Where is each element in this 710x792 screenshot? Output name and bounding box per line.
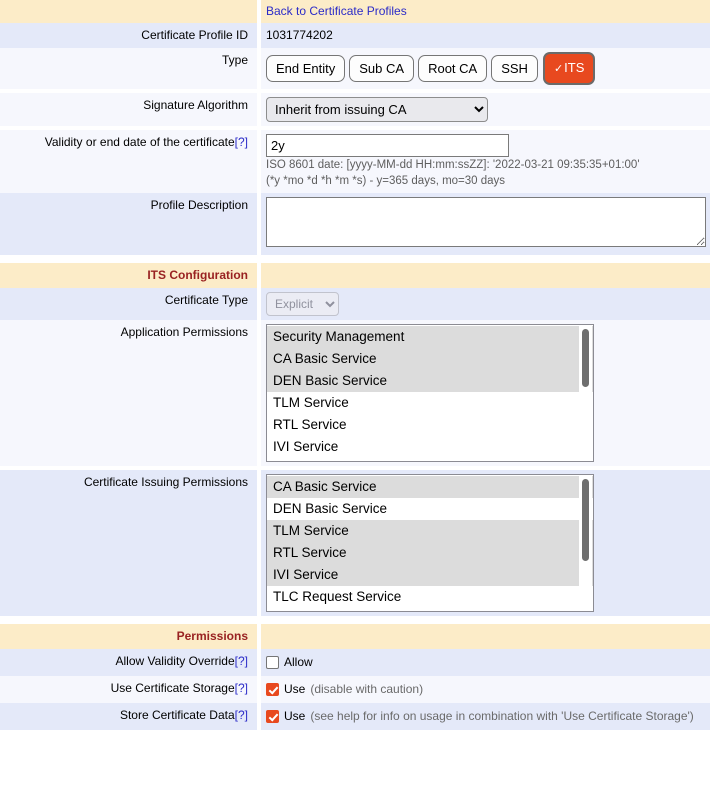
allow-validity-override-help-link[interactable]: [?]	[235, 654, 248, 668]
application-permissions-label: Application Permissions	[0, 320, 261, 466]
list-item[interactable]: IVI Service	[267, 436, 593, 458]
allow-validity-override-label: Allow Validity Override	[116, 654, 235, 668]
certificate-type-select[interactable]: Explicit	[266, 292, 339, 316]
permissions-section-header: Permissions	[0, 624, 710, 649]
list-item[interactable]: DEN Basic Service	[267, 370, 593, 392]
type-button-group: End Entity Sub CA Root CA SSH ✓ITS	[266, 52, 706, 85]
profile-description-row: Profile Description	[0, 193, 710, 255]
type-button-end-entity[interactable]: End Entity	[266, 55, 345, 82]
application-permissions-listbox[interactable]: Security Management CA Basic Service DEN…	[266, 324, 594, 462]
check-icon: ✓	[554, 63, 563, 75]
list-item[interactable]: RTL Service	[267, 414, 593, 436]
signature-algorithm-row: Signature Algorithm Inherit from issuing…	[0, 93, 710, 126]
signature-algorithm-label: Signature Algorithm	[0, 93, 261, 126]
validity-input[interactable]	[266, 134, 509, 157]
store-certificate-data-checkbox-line: Use (see help for info on usage in combi…	[266, 707, 706, 726]
use-certificate-storage-checkbox[interactable]	[266, 683, 279, 696]
use-certificate-storage-label: Use Certificate Storage	[111, 681, 235, 695]
certificate-issuing-permissions-listbox[interactable]: CA Basic Service DEN Basic Service TLM S…	[266, 474, 594, 612]
back-to-certificate-profiles-link[interactable]: Back to Certificate Profiles	[266, 4, 407, 18]
application-permissions-row: Application Permissions Security Managem…	[0, 320, 710, 466]
use-certificate-storage-checkbox-line: Use (disable with caution)	[266, 680, 706, 699]
certificate-issuing-permissions-row: Certificate Issuing Permissions CA Basic…	[0, 470, 710, 616]
store-certificate-data-help-link[interactable]: [?]	[235, 708, 248, 722]
use-certificate-storage-help-link[interactable]: [?]	[235, 681, 248, 695]
store-certificate-data-row: Store Certificate Data[?] Use (see help …	[0, 703, 710, 730]
application-permissions-scrollbar[interactable]	[579, 326, 592, 460]
list-item[interactable]: DEN Basic Service	[267, 498, 593, 520]
type-label: Type	[0, 48, 261, 89]
list-item[interactable]: Security Management	[267, 326, 593, 348]
use-certificate-storage-row: Use Certificate Storage[?] Use (disable …	[0, 676, 710, 703]
allow-validity-override-checkbox-line: Allow	[266, 653, 706, 672]
type-button-sub-ca[interactable]: Sub CA	[349, 55, 414, 82]
validity-hint-iso8601: ISO 8601 date: [yyyy-MM-dd HH:mm:ssZZ]: …	[266, 157, 706, 173]
store-certificate-data-label: Store Certificate Data	[120, 708, 235, 722]
use-certificate-storage-note: (disable with caution)	[310, 682, 423, 697]
certificate-profile-id-label: Certificate Profile ID	[0, 23, 261, 48]
list-item[interactable]: IVI Service	[267, 564, 593, 586]
back-link-row-label-spacer	[0, 0, 261, 23]
list-item[interactable]: TLC Request Service	[267, 586, 593, 608]
type-button-its-label: ITS	[564, 60, 584, 75]
list-item[interactable]: CA Basic Service	[267, 476, 593, 498]
allow-validity-override-row: Allow Validity Override[?] Allow	[0, 649, 710, 676]
certificate-type-row: Certificate Type Explicit	[0, 288, 710, 320]
allow-validity-override-checkbox[interactable]	[266, 656, 279, 669]
allow-validity-override-checkbox-label: Allow	[284, 655, 313, 670]
its-configuration-title: ITS Configuration	[147, 268, 248, 282]
list-item[interactable]: CA Basic Service	[267, 348, 593, 370]
permissions-title: Permissions	[177, 629, 248, 643]
store-certificate-data-checkbox[interactable]	[266, 710, 279, 723]
scrollbar-thumb[interactable]	[582, 329, 589, 387]
type-button-root-ca[interactable]: Root CA	[418, 55, 487, 82]
list-item[interactable]: TLM Service	[267, 392, 593, 414]
type-button-ssh[interactable]: SSH	[491, 55, 538, 82]
store-certificate-data-checkbox-label: Use	[284, 709, 305, 724]
use-certificate-storage-checkbox-label: Use	[284, 682, 305, 697]
its-configuration-section-header: ITS Configuration	[0, 263, 710, 288]
scrollbar-thumb[interactable]	[582, 479, 589, 561]
profile-description-textarea[interactable]	[266, 197, 706, 247]
list-item[interactable]: RTL Service	[267, 542, 593, 564]
store-certificate-data-note: (see help for info on usage in combinati…	[310, 709, 693, 724]
validity-help-link[interactable]: [?]	[235, 135, 248, 149]
type-button-its[interactable]: ✓ITS	[545, 54, 593, 83]
back-link-row: Back to Certificate Profiles	[0, 0, 710, 23]
certificate-issuing-permissions-label: Certificate Issuing Permissions	[0, 470, 261, 616]
profile-description-label: Profile Description	[0, 193, 261, 255]
type-row: Type End Entity Sub CA Root CA SSH ✓ITS	[0, 48, 710, 89]
validity-row: Validity or end date of the certificate[…	[0, 130, 710, 193]
validity-hint-units: (*y *mo *d *h *m *s) - y=365 days, mo=30…	[266, 173, 706, 189]
certificate-issuing-permissions-scrollbar[interactable]	[579, 476, 592, 610]
list-item[interactable]: TLM Service	[267, 520, 593, 542]
certificate-type-label: Certificate Type	[0, 288, 261, 320]
certificate-profile-id-value: 1031774202	[266, 27, 333, 43]
validity-label: Validity or end date of the certificate	[45, 135, 235, 149]
certificate-profile-form: Back to Certificate Profiles Certificate…	[0, 0, 710, 730]
signature-algorithm-select[interactable]: Inherit from issuing CA	[266, 97, 488, 122]
certificate-profile-id-row: Certificate Profile ID 1031774202	[0, 23, 710, 48]
